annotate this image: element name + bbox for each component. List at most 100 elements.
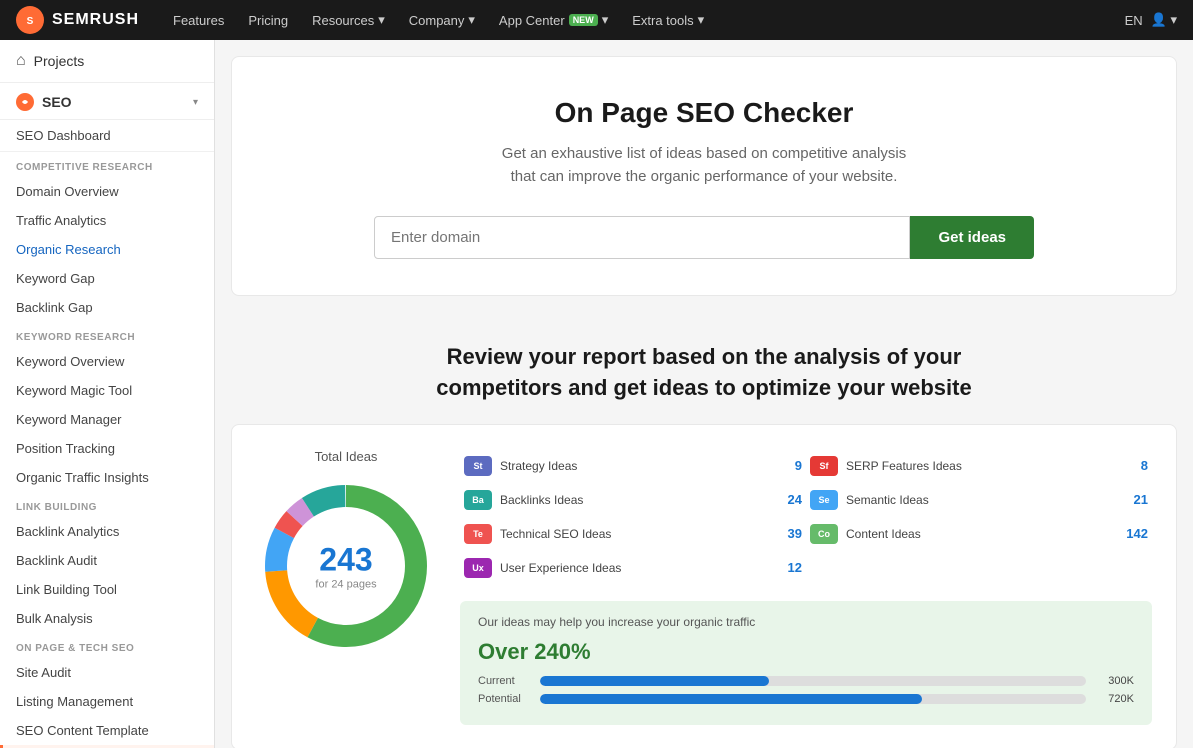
- seo-label: SEO: [42, 94, 185, 110]
- total-ideas-label: Total Ideas: [315, 449, 378, 464]
- sidebar-item-keyword-magic-tool[interactable]: Keyword Magic Tool: [0, 376, 214, 405]
- current-bar-row: Current 300K: [478, 675, 1134, 687]
- donut-center-text: 243 for 24 pages: [315, 541, 376, 590]
- new-badge: NEW: [569, 14, 598, 26]
- legend-grid: St Strategy Ideas 9 Sf SERP Features Ide…: [460, 449, 1152, 585]
- legend-semantic: Se Semantic Ideas 21: [806, 483, 1152, 517]
- legend-count-strategy: 9: [778, 458, 802, 473]
- legend-container: St Strategy Ideas 9 Sf SERP Features Ide…: [460, 449, 1152, 725]
- page-title: On Page SEO Checker: [252, 97, 1156, 129]
- badge-se: Se: [810, 490, 838, 510]
- sidebar-item-bulk-analysis[interactable]: Bulk Analysis: [0, 604, 214, 633]
- legend-name-strategy: Strategy Ideas: [500, 459, 770, 473]
- legend-ux: Ux User Experience Ideas 12: [460, 551, 806, 585]
- logo[interactable]: S SEMRUSH: [16, 6, 139, 34]
- top-navigation: S SEMRUSH Features Pricing Resources ▾ C…: [0, 0, 1193, 40]
- hero-card: On Page SEO Checker Get an exhaustive li…: [231, 56, 1177, 296]
- sidebar-item-keyword-gap[interactable]: Keyword Gap: [0, 264, 214, 293]
- legend-strategy: St Strategy Ideas 9: [460, 449, 806, 483]
- total-pages: for 24 pages: [315, 578, 376, 590]
- nav-extra-tools[interactable]: Extra tools ▾: [622, 8, 714, 32]
- home-icon: ⌂: [16, 52, 26, 70]
- legend-count-technical: 39: [778, 526, 802, 541]
- seo-chevron-icon: ▾: [193, 97, 198, 108]
- sidebar-item-organic-traffic-insights[interactable]: Organic Traffic Insights: [0, 463, 214, 492]
- svg-text:S: S: [27, 16, 34, 27]
- donut-chart: 243 for 24 pages: [256, 476, 436, 656]
- sidebar: ⌂ Projects SEO ▾ SEO Dashboard COMPETITI…: [0, 40, 215, 748]
- sidebar-item-link-building-tool[interactable]: Link Building Tool: [0, 575, 214, 604]
- seo-icon: [16, 93, 34, 111]
- nav-resources[interactable]: Resources ▾: [302, 8, 395, 32]
- section-competitive-research: COMPETITIVE RESEARCH Domain Overview Tra…: [0, 152, 214, 322]
- logo-text: SEMRUSH: [52, 11, 139, 29]
- seo-section-header[interactable]: SEO ▾: [0, 83, 214, 120]
- current-label: Current: [478, 675, 530, 687]
- logo-icon: S: [16, 6, 44, 34]
- potential-bar-track: [540, 694, 1086, 704]
- sidebar-item-keyword-overview[interactable]: Keyword Overview: [0, 347, 214, 376]
- potential-label: Potential: [478, 693, 530, 705]
- legend-serp: Sf SERP Features Ideas 8: [806, 449, 1152, 483]
- badge-te: Te: [464, 524, 492, 544]
- sidebar-item-position-tracking[interactable]: Position Tracking: [0, 434, 214, 463]
- analytics-card: Total Ideas: [231, 424, 1177, 748]
- user-menu[interactable]: 👤 ▾: [1151, 12, 1177, 28]
- boost-percent: Over 240%: [478, 639, 1134, 665]
- nav-app-center[interactable]: App Center NEW ▾: [489, 8, 618, 32]
- legend-name-backlinks: Backlinks Ideas: [500, 493, 770, 507]
- domain-input[interactable]: [374, 216, 910, 259]
- review-title: Review your report based on the analysis…: [231, 312, 1177, 424]
- legend-count-semantic: 21: [1124, 492, 1148, 507]
- sidebar-item-organic-research[interactable]: Organic Research: [0, 235, 214, 264]
- sidebar-item-backlink-gap[interactable]: Backlink Gap: [0, 293, 214, 322]
- legend-count-serp: 8: [1124, 458, 1148, 473]
- traffic-boost-box: Our ideas may help you increase your org…: [460, 601, 1152, 725]
- sidebar-item-listing-management[interactable]: Listing Management: [0, 687, 214, 716]
- legend-count-ux: 12: [778, 560, 802, 575]
- legend-content: Co Content Ideas 142: [806, 517, 1152, 551]
- sidebar-item-traffic-analytics[interactable]: Traffic Analytics: [0, 206, 214, 235]
- legend-technical: Te Technical SEO Ideas 39: [460, 517, 806, 551]
- section-title-on-page: ON PAGE & TECH SEO: [0, 633, 214, 658]
- section-link-building: LINK BUILDING Backlink Analytics Backlin…: [0, 492, 214, 633]
- section-title-keyword: KEYWORD RESEARCH: [0, 322, 214, 347]
- boost-description: Our ideas may help you increase your org…: [478, 615, 1134, 629]
- donut-chart-container: Total Ideas: [256, 449, 436, 656]
- section-on-page-seo: ON PAGE & TECH SEO Site Audit Listing Ma…: [0, 633, 214, 748]
- potential-value: 720K: [1096, 693, 1134, 705]
- total-count: 243: [315, 541, 376, 578]
- sidebar-item-dashboard[interactable]: SEO Dashboard: [0, 120, 214, 152]
- badge-ux: Ux: [464, 558, 492, 578]
- potential-bar-row: Potential 720K: [478, 693, 1134, 705]
- nav-company[interactable]: Company ▾: [399, 8, 485, 32]
- legend-backlinks: Ba Backlinks Ideas 24: [460, 483, 806, 517]
- sidebar-item-seo-content-template[interactable]: SEO Content Template: [0, 716, 214, 745]
- nav-right: EN 👤 ▾: [1125, 12, 1177, 28]
- section-title-competitive: COMPETITIVE RESEARCH: [0, 152, 214, 177]
- analytics-inner: Total Ideas: [256, 449, 1152, 725]
- sidebar-item-domain-overview[interactable]: Domain Overview: [0, 177, 214, 206]
- sidebar-projects-header[interactable]: ⌂ Projects: [0, 40, 214, 83]
- sidebar-item-site-audit[interactable]: Site Audit: [0, 658, 214, 687]
- language-selector[interactable]: EN: [1125, 13, 1143, 28]
- legend-count-content: 142: [1124, 526, 1148, 541]
- sidebar-item-backlink-audit[interactable]: Backlink Audit: [0, 546, 214, 575]
- current-bar-track: [540, 676, 1086, 686]
- sidebar-item-keyword-manager[interactable]: Keyword Manager: [0, 405, 214, 434]
- nav-features[interactable]: Features: [163, 9, 234, 32]
- legend-name-content: Content Ideas: [846, 527, 1116, 541]
- legend-name-technical: Technical SEO Ideas: [500, 527, 770, 541]
- badge-st: St: [464, 456, 492, 476]
- nav-pricing[interactable]: Pricing: [238, 9, 298, 32]
- main-content: On Page SEO Checker Get an exhaustive li…: [215, 40, 1193, 748]
- legend-count-backlinks: 24: [778, 492, 802, 507]
- badge-ba: Ba: [464, 490, 492, 510]
- current-bar-fill: [540, 676, 769, 686]
- badge-sf: Sf: [810, 456, 838, 476]
- section-keyword-research: KEYWORD RESEARCH Keyword Overview Keywor…: [0, 322, 214, 492]
- sidebar-item-backlink-analytics[interactable]: Backlink Analytics: [0, 517, 214, 546]
- nav-items: Features Pricing Resources ▾ Company ▾ A…: [163, 8, 1101, 32]
- legend-name-serp: SERP Features Ideas: [846, 459, 1116, 473]
- get-ideas-button[interactable]: Get ideas: [910, 216, 1034, 259]
